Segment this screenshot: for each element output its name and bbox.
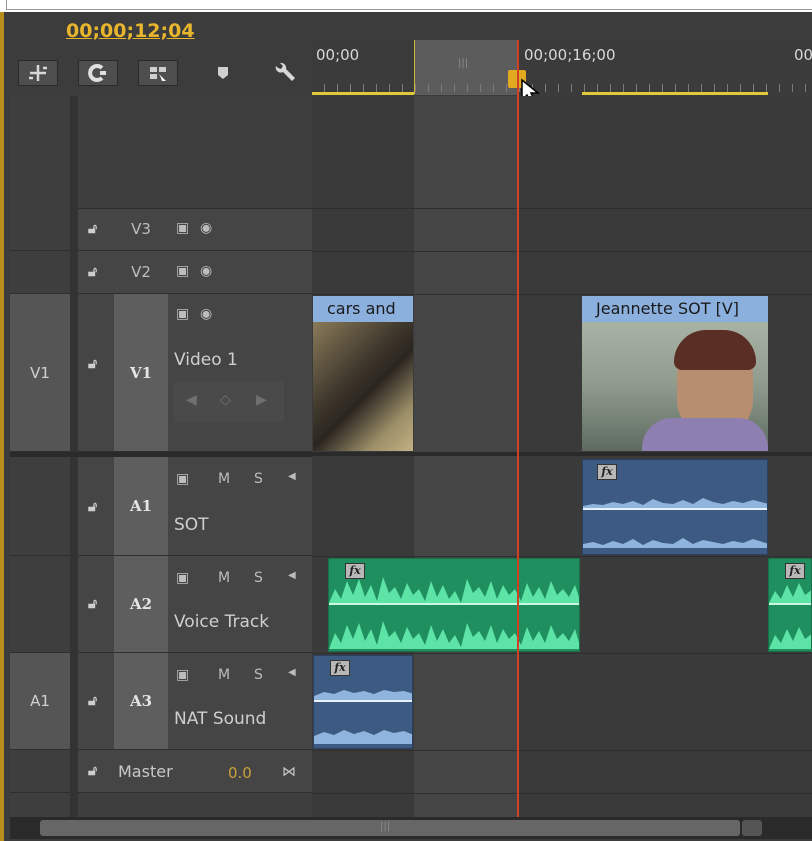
snap-button[interactable] xyxy=(18,60,58,86)
sync-lock-icon[interactable]: ▣ xyxy=(176,667,189,683)
scrollbar-grip: ||| xyxy=(380,821,391,832)
track-header-a1: 🔓︎ A1 ▣ M S ◀ SOT xyxy=(78,457,312,556)
clip-title: Jeannette SOT [V] xyxy=(582,296,768,322)
track-label-a1: SOT xyxy=(174,515,209,535)
track-header-a3: 🔓︎ A3 ▣ M S ◀ NAT Sound xyxy=(78,653,312,750)
sync-lock-icon[interactable]: ▣ xyxy=(176,570,189,586)
master-source-cell xyxy=(10,750,70,793)
lock-icon[interactable]: 🔓︎ xyxy=(88,693,97,709)
in-out-range-left xyxy=(312,92,414,95)
voiceover-icon[interactable]: ◀ xyxy=(288,667,296,678)
source-patch-v2[interactable] xyxy=(10,251,70,294)
track-target-a3[interactable]: A3 xyxy=(114,653,168,749)
master-label: Master xyxy=(118,762,173,781)
master-meter-icon[interactable]: ⋈ xyxy=(282,764,296,780)
track-target-v3[interactable]: V3 xyxy=(114,208,168,250)
solo-button[interactable]: S xyxy=(254,471,263,487)
voiceover-icon[interactable]: ◀ xyxy=(288,570,296,581)
track-target-a2[interactable]: A2 xyxy=(114,556,168,652)
waveform xyxy=(329,577,579,649)
panel-focus-border xyxy=(0,12,4,841)
horizontal-scrollbar[interactable]: ||| xyxy=(10,817,812,839)
fx-badge: fx xyxy=(330,660,350,676)
source-patch-a1-track[interactable] xyxy=(10,457,70,556)
voiceover-icon[interactable]: ◀ xyxy=(288,471,296,482)
nest-icon xyxy=(150,67,166,81)
video-clip-jeannette[interactable]: Jeannette SOT [V] xyxy=(582,296,768,451)
waveform xyxy=(583,498,767,548)
mute-button[interactable]: M xyxy=(218,570,230,586)
track-label-a2: Voice Track xyxy=(174,612,270,632)
snap-icon xyxy=(29,65,47,81)
marker-icon xyxy=(218,67,228,79)
track-target-v1[interactable]: V1 xyxy=(114,294,168,451)
prev-keyframe-icon[interactable]: ◀ xyxy=(186,392,197,408)
master-track-header: 🔓︎ Master 0.0 ⋈ xyxy=(78,750,312,793)
track-target-a1[interactable]: A1 xyxy=(114,457,168,555)
work-area-grip: ||| xyxy=(458,58,469,69)
lock-icon[interactable]: 🔓︎ xyxy=(88,763,97,779)
clip-thumbnail xyxy=(313,322,413,451)
track-label-v1: Video 1 xyxy=(174,350,238,370)
solo-button[interactable]: S xyxy=(254,667,263,683)
mute-button[interactable]: M xyxy=(218,667,230,683)
panel-top-border xyxy=(0,0,812,12)
audio-clip-voice-1[interactable]: fx xyxy=(328,558,580,652)
video-clip-cars[interactable]: cars and xyxy=(313,296,413,451)
track-target-v2[interactable]: V2 xyxy=(114,251,168,293)
track-header-v1: 🔓︎ V1 ▣ ◉ Video 1 ◀ ◇ ▶ xyxy=(78,294,312,452)
clip-thumbnail xyxy=(582,322,768,451)
source-patch-v3[interactable] xyxy=(10,208,70,251)
clip-title: cars and xyxy=(313,296,413,322)
work-area-highlight xyxy=(414,96,518,817)
sync-lock-icon[interactable]: ▣ xyxy=(176,263,189,279)
playhead-timecode[interactable]: 00;00;12;04 xyxy=(66,20,195,42)
ruler-label-16s: 00;00;16;00 xyxy=(524,46,616,64)
playhead-line[interactable] xyxy=(517,40,519,817)
lock-icon[interactable]: 🔓︎ xyxy=(88,596,97,612)
sync-lock-icon[interactable]: ▣ xyxy=(176,471,189,487)
ruler-ticks xyxy=(312,84,812,92)
ruler-label-next: 00 xyxy=(794,46,812,64)
timeline-panel: 00;00;12;04 ||| 00;00 00;00;16;00 00 🔓︎ … xyxy=(0,0,812,841)
next-keyframe-icon[interactable]: ▶ xyxy=(256,392,267,408)
mute-button[interactable]: M xyxy=(218,471,230,487)
source-patch-a2-track[interactable] xyxy=(10,556,70,653)
fx-badge: fx xyxy=(597,464,617,480)
wrench-icon xyxy=(275,62,295,81)
timeline-settings-button[interactable] xyxy=(272,62,298,84)
track-header-a2: 🔓︎ A2 ▣ M S ◀ Voice Track xyxy=(78,556,312,653)
lock-icon[interactable]: 🔓︎ xyxy=(88,221,97,237)
in-out-range-right xyxy=(582,92,768,95)
track-header-v2: 🔓︎ V2 ▣ ◉ xyxy=(78,251,312,294)
track-header-v3: 🔓︎ V3 ▣ ◉ xyxy=(78,208,312,251)
linked-selection-button[interactable] xyxy=(78,60,118,86)
track-label-a3: NAT Sound xyxy=(174,709,267,729)
nest-button[interactable] xyxy=(138,60,178,86)
audio-clip-nat[interactable]: fx xyxy=(313,655,413,749)
link-icon xyxy=(88,64,106,82)
audio-clip-sot[interactable]: fx xyxy=(582,459,768,555)
add-keyframe-icon[interactable]: ◇ xyxy=(220,392,231,408)
eye-icon[interactable]: ◉ xyxy=(200,220,212,236)
audio-clip-voice-2[interactable]: fx xyxy=(768,558,812,652)
solo-button[interactable]: S xyxy=(254,570,263,586)
scrollbar-thumb[interactable]: ||| xyxy=(40,820,740,836)
sync-lock-icon[interactable]: ▣ xyxy=(176,220,189,236)
scrollbar-right-handle[interactable] xyxy=(742,820,762,836)
source-patch-a3-track[interactable]: A1 xyxy=(10,653,70,750)
keyframe-nav: ◀ ◇ ▶ xyxy=(174,382,284,422)
waveform xyxy=(314,690,412,744)
add-marker-button[interactable] xyxy=(216,64,230,82)
eye-icon[interactable]: ◉ xyxy=(200,263,212,279)
sync-lock-icon[interactable]: ▣ xyxy=(176,306,189,322)
source-patch-v1[interactable]: V1 xyxy=(10,294,70,452)
ruler-label-start: 00;00 xyxy=(316,46,360,64)
lock-icon[interactable]: 🔓︎ xyxy=(88,264,97,280)
lock-icon[interactable]: 🔓︎ xyxy=(88,499,97,515)
master-volume-value[interactable]: 0.0 xyxy=(228,764,252,782)
lock-icon[interactable]: 🔓︎ xyxy=(88,356,97,372)
eye-icon[interactable]: ◉ xyxy=(200,306,212,322)
waveform xyxy=(769,583,811,649)
